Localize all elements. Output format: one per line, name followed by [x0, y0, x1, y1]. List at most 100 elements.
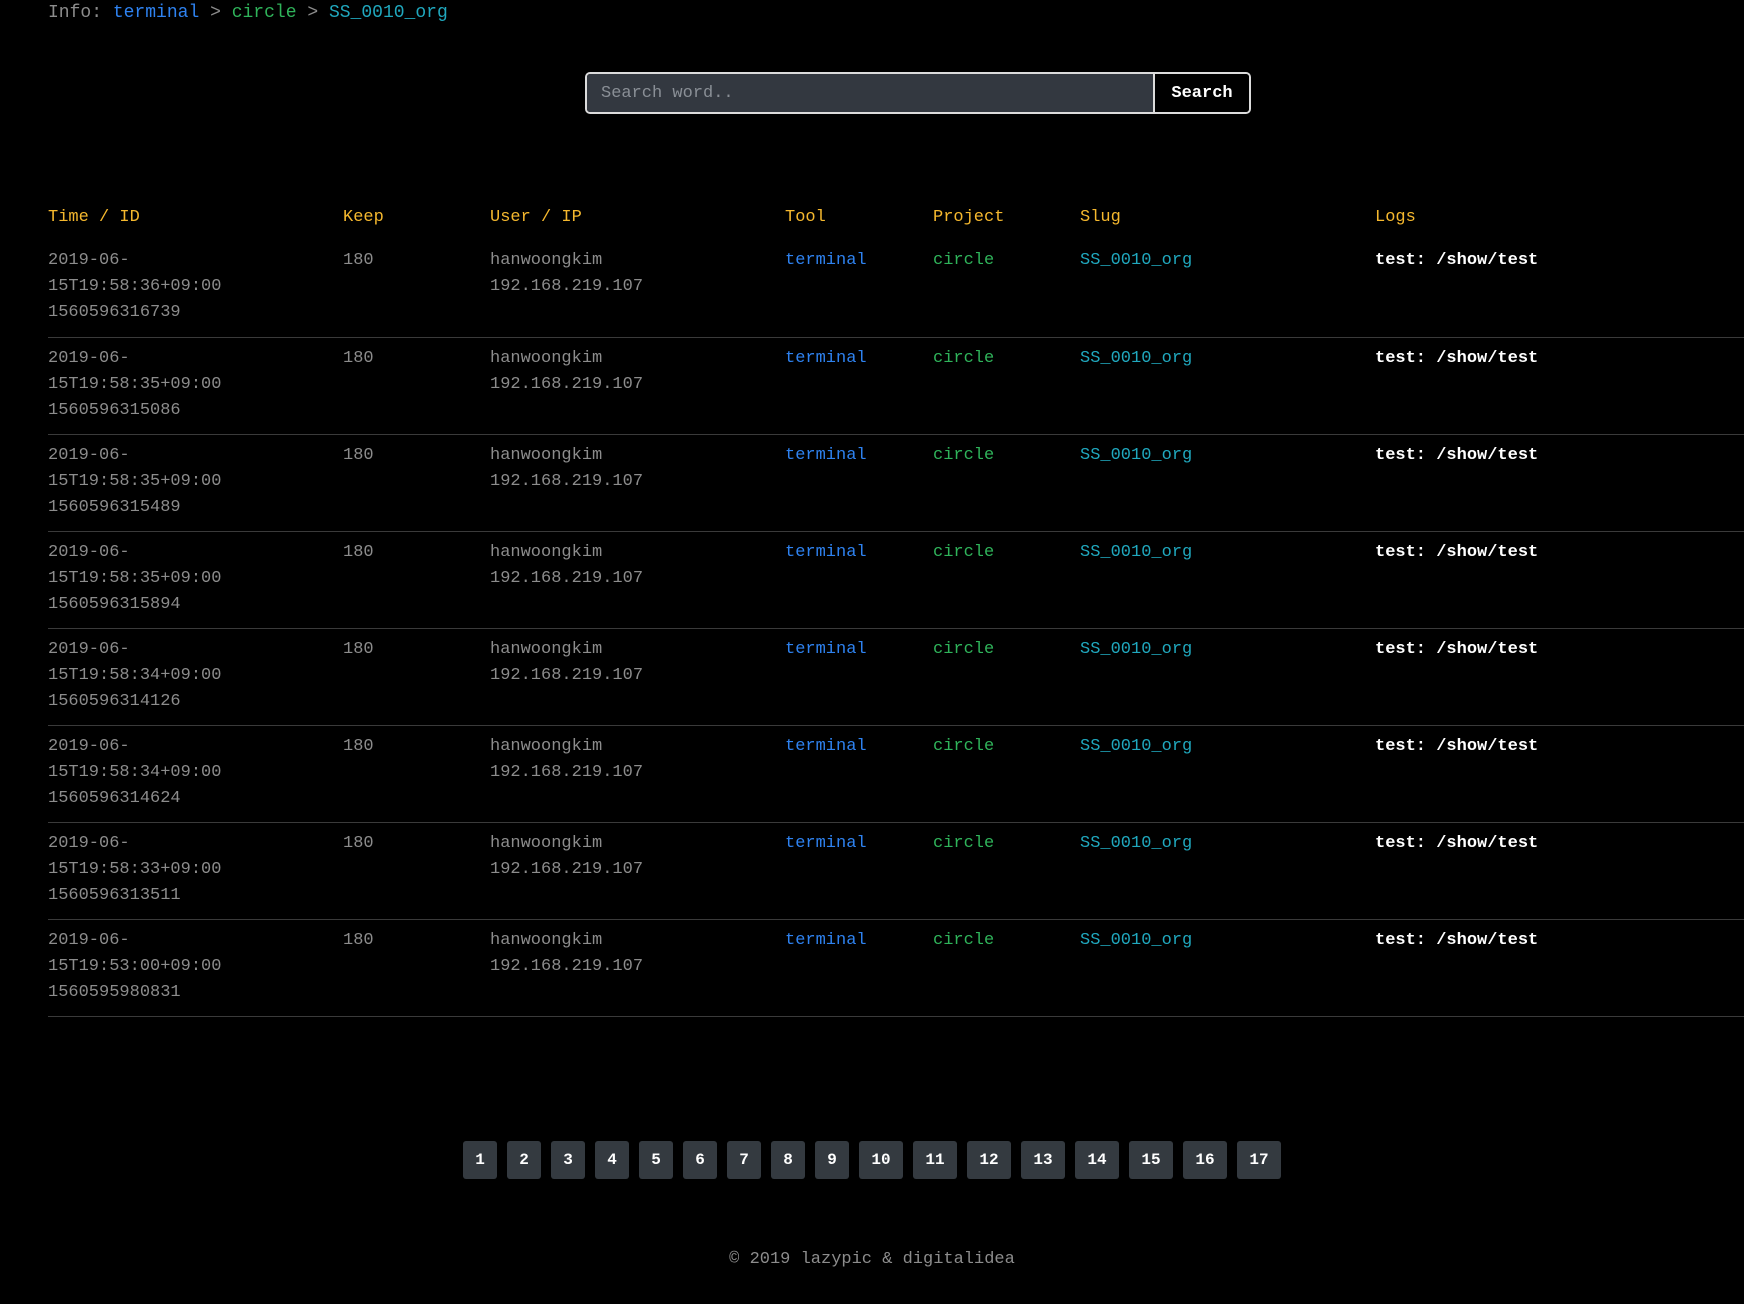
- cell-slug: SS_0010_org: [1080, 234, 1375, 338]
- cell-user-ip: hanwoongkim 192.168.219.107: [490, 234, 785, 338]
- table-row[interactable]: 2019-06-15T19:58:36+09:00 1560596316739 18…: [48, 234, 1744, 338]
- cell-time-id: 2019-06-15T19:58:34+09:00 1560596314624: [48, 725, 343, 823]
- cell-project: circle: [933, 434, 1080, 532]
- page-button[interactable]: 2: [507, 1141, 541, 1179]
- header-logs: Logs: [1375, 207, 1416, 227]
- tool-link[interactable]: terminal: [785, 543, 867, 562]
- cell-slug: SS_0010_org: [1080, 628, 1375, 726]
- search-button[interactable]: Search: [1155, 74, 1249, 112]
- project-link[interactable]: circle: [933, 834, 994, 853]
- cell-keep: 180: [343, 628, 490, 726]
- page-button[interactable]: 15: [1129, 1141, 1173, 1179]
- page-button[interactable]: 10: [859, 1141, 903, 1179]
- user-ip: 192.168.219.107: [490, 471, 644, 491]
- page-button[interactable]: 3: [551, 1141, 585, 1179]
- user-name: hanwoongkim: [490, 833, 603, 853]
- user-ip: 192.168.219.107: [490, 374, 644, 394]
- table-row[interactable]: 2019-06-15T19:58:35+09:00 1560596315894 18…: [48, 531, 1744, 629]
- project-link[interactable]: circle: [933, 251, 994, 270]
- table-row[interactable]: 2019-06-15T19:58:33+09:00 1560596313511 18…: [48, 822, 1744, 920]
- slug-link[interactable]: SS_0010_org: [1080, 543, 1192, 562]
- cell-slug: SS_0010_org: [1080, 531, 1375, 629]
- project-link[interactable]: circle: [933, 543, 994, 562]
- log-message: test: /show/test: [1375, 348, 1539, 368]
- cell-log: test: /show/test: [1375, 434, 1744, 532]
- log-id: 1560596315894: [48, 594, 181, 614]
- page-button[interactable]: 12: [967, 1141, 1011, 1179]
- page-button[interactable]: 8: [771, 1141, 805, 1179]
- page-button[interactable]: 13: [1021, 1141, 1065, 1179]
- header-tool: Tool: [785, 207, 826, 227]
- log-id: 1560596315489: [48, 497, 181, 517]
- search-form: Search: [585, 72, 1251, 114]
- user-name: hanwoongkim: [490, 639, 603, 659]
- project-link[interactable]: circle: [933, 446, 994, 465]
- slug-link[interactable]: SS_0010_org: [1080, 640, 1192, 659]
- tool-link[interactable]: terminal: [785, 251, 867, 270]
- table-row[interactable]: 2019-06-15T19:58:35+09:00 1560596315086 18…: [48, 337, 1744, 435]
- project-link[interactable]: circle: [933, 640, 994, 659]
- cell-user-ip: hanwoongkim 192.168.219.107: [490, 725, 785, 823]
- slug-link[interactable]: SS_0010_org: [1080, 446, 1192, 465]
- project-link[interactable]: circle: [933, 931, 994, 950]
- page-button[interactable]: 14: [1075, 1141, 1119, 1179]
- tool-link[interactable]: terminal: [785, 931, 867, 950]
- log-id: 1560596315086: [48, 400, 181, 420]
- log-id: 1560596313511: [48, 885, 181, 905]
- cell-time-id: 2019-06-15T19:58:36+09:00 1560596316739: [48, 234, 343, 338]
- user-ip: 192.168.219.107: [490, 665, 644, 685]
- table-row[interactable]: 2019-06-15T19:58:35+09:00 1560596315489 18…: [48, 434, 1744, 532]
- table-row[interactable]: 2019-06-15T19:58:34+09:00 1560596314126 18…: [48, 628, 1744, 726]
- breadcrumb-tool-link[interactable]: terminal: [113, 3, 199, 23]
- log-message: test: /show/test: [1375, 445, 1539, 465]
- tool-link[interactable]: terminal: [785, 737, 867, 756]
- cell-slug: SS_0010_org: [1080, 822, 1375, 920]
- project-link[interactable]: circle: [933, 349, 994, 368]
- page-button[interactable]: 16: [1183, 1141, 1227, 1179]
- cell-tool: terminal: [785, 725, 933, 823]
- cell-log: test: /show/test: [1375, 234, 1744, 338]
- log-message: test: /show/test: [1375, 833, 1539, 853]
- tool-link[interactable]: terminal: [785, 349, 867, 368]
- slug-link[interactable]: SS_0010_org: [1080, 931, 1192, 950]
- breadcrumb-slug-link[interactable]: SS_0010_org: [329, 3, 448, 23]
- cell-tool: terminal: [785, 822, 933, 920]
- user-name: hanwoongkim: [490, 348, 603, 368]
- tool-link[interactable]: terminal: [785, 640, 867, 659]
- user-name: hanwoongkim: [490, 736, 603, 756]
- tool-link[interactable]: terminal: [785, 446, 867, 465]
- slug-link[interactable]: SS_0010_org: [1080, 349, 1192, 368]
- breadcrumb-project-link[interactable]: circle: [232, 3, 297, 23]
- cell-keep: 180: [343, 531, 490, 629]
- table-row[interactable]: 2019-06-15T19:53:00+09:00 1560595980831 18…: [48, 919, 1744, 1017]
- cell-keep: 180: [343, 725, 490, 823]
- cell-log: test: /show/test: [1375, 531, 1744, 629]
- page-button[interactable]: 6: [683, 1141, 717, 1179]
- slug-link[interactable]: SS_0010_org: [1080, 251, 1192, 270]
- page-button[interactable]: 7: [727, 1141, 761, 1179]
- page-button[interactable]: 4: [595, 1141, 629, 1179]
- table-row[interactable]: 2019-06-15T19:58:34+09:00 1560596314624 18…: [48, 725, 1744, 823]
- cell-keep: 180: [343, 919, 490, 1017]
- cell-time-id: 2019-06-15T19:58:35+09:00 1560596315489: [48, 434, 343, 532]
- page-button[interactable]: 1: [463, 1141, 497, 1179]
- slug-link[interactable]: SS_0010_org: [1080, 834, 1192, 853]
- tool-link[interactable]: terminal: [785, 834, 867, 853]
- cell-project: circle: [933, 725, 1080, 823]
- log-message: test: /show/test: [1375, 542, 1539, 562]
- cell-time-id: 2019-06-15T19:58:35+09:00 1560596315894: [48, 531, 343, 629]
- project-link[interactable]: circle: [933, 737, 994, 756]
- keep-days: 180: [343, 736, 374, 756]
- log-time: 2019-06-15T19:58:34+09:00: [48, 736, 222, 782]
- search-input[interactable]: [587, 74, 1155, 112]
- page-button[interactable]: 17: [1237, 1141, 1281, 1179]
- page-button[interactable]: 5: [639, 1141, 673, 1179]
- footer-copyright: © 2019 lazypic & digitalidea: [729, 1250, 1015, 1269]
- slug-link[interactable]: SS_0010_org: [1080, 737, 1192, 756]
- log-time: 2019-06-15T19:58:36+09:00: [48, 251, 222, 296]
- user-ip: 192.168.219.107: [490, 568, 644, 588]
- page-button[interactable]: 11: [913, 1141, 957, 1179]
- user-name: hanwoongkim: [490, 251, 603, 270]
- cell-keep: 180: [343, 434, 490, 532]
- page-button[interactable]: 9: [815, 1141, 849, 1179]
